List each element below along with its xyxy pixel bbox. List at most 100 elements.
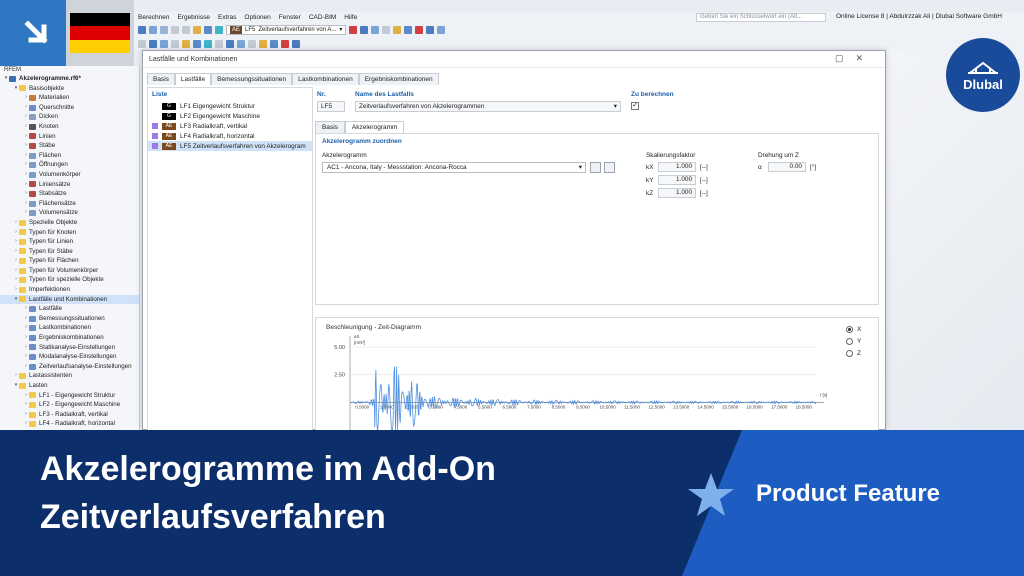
tree-item[interactable]: › Bemessungssituationen <box>0 314 139 324</box>
menu-item[interactable]: Fenster <box>279 14 301 21</box>
menu-item[interactable]: Hilfe <box>344 14 357 21</box>
lightbulb-icon[interactable] <box>393 26 402 34</box>
rotation-input[interactable]: 0.00 <box>768 162 806 172</box>
tree-item[interactable]: › Querschnitte <box>0 103 139 113</box>
surface-icon[interactable] <box>182 39 190 48</box>
new-accelerogram-button[interactable] <box>590 162 601 173</box>
tree-item[interactable]: › Typen für Flächen <box>0 256 139 266</box>
name-field[interactable]: Zeitverlaufsverfahren von Akzelerogramme… <box>355 101 621 112</box>
layer-icon[interactable] <box>270 39 278 48</box>
settings-icon[interactable] <box>292 39 300 48</box>
loadcase-row[interactable]: AE LF5 Zeitverlaufsverfahren von Akzelero… <box>148 141 312 151</box>
menu-item[interactable]: Optionen <box>244 14 270 21</box>
mesh-icon[interactable] <box>237 39 245 48</box>
tree-item[interactable]: › LF2 - Eigengewicht Maschine <box>0 400 139 410</box>
search-input[interactable]: Geben Sie ein Schlüsselwort ein (Alt... <box>696 13 826 22</box>
dialog-tab[interactable]: Ergebniskombinationen <box>358 73 439 85</box>
close-icon[interactable] <box>281 39 289 48</box>
line-icon[interactable] <box>160 39 168 48</box>
dialog-tab[interactable]: Bemessungssituationen <box>211 73 293 85</box>
dialog-tab[interactable]: Lastfälle <box>174 73 212 85</box>
dialog-tab[interactable]: Lastkombinationen <box>292 73 359 85</box>
node-icon[interactable] <box>149 39 157 48</box>
tree-item[interactable]: › Knoten <box>0 122 139 132</box>
tree-item[interactable]: › Flächensätze <box>0 199 139 209</box>
menu-item[interactable]: Ergebnisse <box>177 14 210 21</box>
loadcase-row[interactable]: G LF1 Eigengewicht Struktur <box>148 101 312 111</box>
tree-item[interactable]: ▾ Lastfälle und Kombinationen <box>0 294 139 305</box>
tree-item[interactable]: › LF3 - Radialkraft, vertikal <box>0 410 139 420</box>
measure-icon[interactable] <box>248 39 256 48</box>
result-icon[interactable] <box>349 26 358 34</box>
tree-item[interactable]: › Zeitverlaufsanalyse-Einstellungen <box>0 362 139 372</box>
tree-item[interactable]: › Volumenkörper <box>0 170 139 180</box>
edit-accelerogram-button[interactable] <box>604 162 615 173</box>
display-icon[interactable] <box>360 26 369 34</box>
tree-item[interactable]: › Imperfektionen <box>0 285 139 295</box>
print-icon[interactable] <box>160 26 168 34</box>
undo-icon[interactable] <box>171 26 179 34</box>
tree-item[interactable]: › Materialien <box>0 93 139 103</box>
tree-item[interactable]: › Spezielle Objekte <box>0 218 139 228</box>
tree-item[interactable]: › Typen für Volumenkörper <box>0 266 139 276</box>
annotation-icon[interactable] <box>259 39 267 48</box>
menu-item[interactable]: CAD-BIM <box>309 14 336 21</box>
tree-item[interactable]: › Stäbe <box>0 141 139 151</box>
view-icon[interactable] <box>204 26 212 34</box>
inner-tab[interactable]: Basis <box>315 121 345 133</box>
factor-input[interactable]: 1.000 <box>658 162 696 172</box>
number-field[interactable]: LF5 <box>317 101 345 112</box>
factor-input[interactable]: 1.000 <box>658 175 696 185</box>
dialog-window-controls[interactable]: ▢✕ <box>835 53 875 64</box>
hinge-icon[interactable] <box>215 39 223 48</box>
load-icon[interactable] <box>226 39 234 48</box>
loadcase-row[interactable]: G LF2 Eigengewicht Maschine <box>148 111 312 121</box>
loadcase-row[interactable]: AE LF4 Radialkraft, horizontal <box>148 131 312 141</box>
tree-item[interactable]: › Lastfälle <box>0 304 139 314</box>
select-icon[interactable] <box>138 39 146 48</box>
inner-tab[interactable]: Akzelerogramm <box>344 121 405 133</box>
dialog-tab[interactable]: Basis <box>147 73 175 85</box>
member-icon[interactable] <box>171 39 179 48</box>
delete-icon[interactable] <box>415 26 424 34</box>
model-icon[interactable] <box>215 26 223 34</box>
model-viewport[interactable] <box>886 50 1024 430</box>
tree-item[interactable]: › Flächen <box>0 151 139 161</box>
loadcase-row[interactable]: AE LF3 Radialkraft, vertikal <box>148 121 312 131</box>
tree-item[interactable]: › Dicken <box>0 112 139 122</box>
tree-item[interactable]: › Statikanalyse-Einstellungen <box>0 343 139 353</box>
section-icon[interactable] <box>371 26 380 34</box>
solid-icon[interactable] <box>193 39 201 48</box>
tree-item[interactable]: ▾ Akzelerogramme.rf6* <box>0 74 139 84</box>
accelerogram-select[interactable]: AC1 - Ancona, Italy - Messstation: Ancon… <box>322 162 586 173</box>
axis-radio[interactable]: Y <box>846 338 861 345</box>
redo-icon[interactable] <box>182 26 190 34</box>
grid-icon[interactable] <box>404 26 413 34</box>
factor-input[interactable]: 1.000 <box>658 188 696 198</box>
tree-item[interactable]: › Lastassistenten <box>0 371 139 381</box>
calculate-checkbox[interactable]: ✓ <box>631 102 639 110</box>
menu-item[interactable]: Extras <box>218 14 236 21</box>
axis-radio[interactable]: X <box>846 326 861 333</box>
save-icon[interactable] <box>149 26 157 34</box>
axis-radio[interactable]: Z <box>846 350 861 357</box>
tree-item[interactable]: › Liniensätze <box>0 180 139 190</box>
tree-item[interactable]: › Lastkombinationen <box>0 323 139 333</box>
tree-item[interactable]: ▾ Basisobjekte <box>0 84 139 94</box>
tree-item[interactable]: › Typen für Knoten <box>0 228 139 238</box>
tree-item[interactable]: › Volumensätze <box>0 208 139 218</box>
menu-item[interactable]: Berechnen <box>138 14 169 21</box>
zoom-icon[interactable] <box>426 26 435 34</box>
tree-item[interactable]: › Öffnungen <box>0 160 139 170</box>
tree-item[interactable]: › LF1 - Eigengewicht Struktur <box>0 391 139 401</box>
tree-item[interactable]: › Linien <box>0 132 139 142</box>
tree-item[interactable]: › LF4 - Radialkraft, horizontal <box>0 419 139 429</box>
support-icon[interactable] <box>204 39 212 48</box>
tree-item[interactable]: › Ergebniskombinationen <box>0 333 139 343</box>
tree-item[interactable]: › Typen für spezielle Objekte <box>0 275 139 285</box>
tree-item[interactable]: ▾ Lasten <box>0 381 139 391</box>
rotate-icon[interactable] <box>437 26 446 34</box>
calc-icon[interactable] <box>193 26 201 34</box>
tree-item[interactable]: › Modalanalyse-Einstellungen <box>0 352 139 362</box>
filter-icon[interactable] <box>382 26 391 34</box>
